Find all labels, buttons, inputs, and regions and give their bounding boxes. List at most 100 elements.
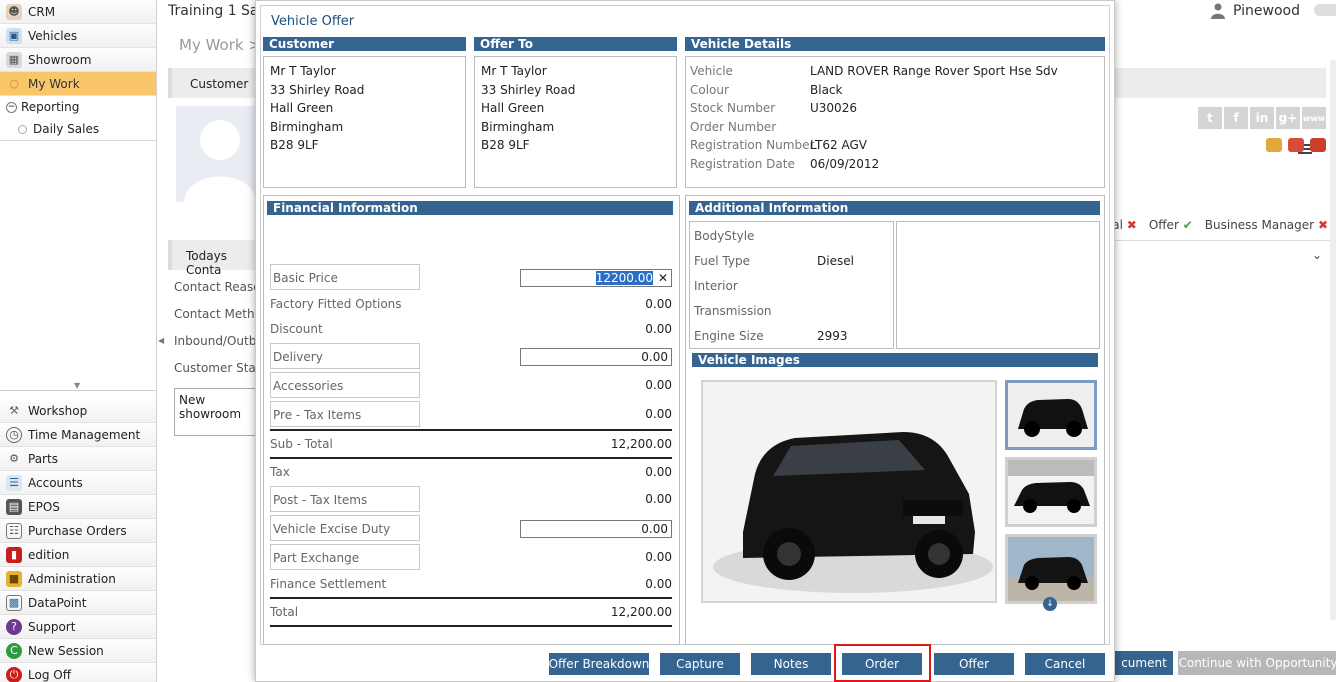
accessories-label[interactable]: Accessories bbox=[270, 372, 420, 398]
person-icon: ☻ bbox=[6, 3, 22, 20]
navigation-sidebar: ☻ CRM ▣ Vehicles ▦ Showroom ○ My Work − … bbox=[0, 0, 157, 682]
factory-options-row: Factory Fitted Options 0.00 bbox=[270, 291, 672, 317]
customer-tab[interactable]: Customer bbox=[190, 77, 248, 91]
google-plus-icon[interactable]: g+ bbox=[1276, 107, 1300, 129]
nav-item-crm[interactable]: ☻ CRM bbox=[0, 0, 156, 24]
pre-tax-value: 0.00 bbox=[645, 407, 672, 421]
nav-item-reporting[interactable]: − Reporting bbox=[0, 96, 156, 118]
part-exchange-row: Part Exchange 0.00 bbox=[270, 544, 672, 570]
breadcrumb[interactable]: My Work > bbox=[179, 36, 261, 54]
customer-status-label: Customer Statu bbox=[174, 361, 269, 375]
top-scrollbar[interactable] bbox=[1314, 4, 1336, 16]
user-menu[interactable]: Pinewood bbox=[1211, 3, 1300, 19]
car-thumbnail-icon bbox=[1008, 537, 1094, 601]
right-scrollbar[interactable] bbox=[1330, 60, 1336, 620]
offer-to-address-box: Mr T Taylor 33 Shirley Road Hall Green B… bbox=[474, 56, 677, 188]
stock-number-row: Stock Number U30026 bbox=[690, 101, 857, 115]
vehicle-thumbnail-3[interactable] bbox=[1005, 534, 1097, 604]
chevron-down-icon[interactable]: ⌄ bbox=[1312, 248, 1322, 262]
facebook-icon[interactable]: f bbox=[1224, 107, 1248, 129]
add-person-icon[interactable] bbox=[1266, 138, 1282, 152]
nav-item-vehicles[interactable]: ▣ Vehicles bbox=[0, 24, 156, 48]
stage-business-manager[interactable]: Business Manager ✖ bbox=[1205, 218, 1328, 232]
delivery-input[interactable]: 0.00 bbox=[520, 348, 672, 366]
nav-item-support[interactable]: ? Support bbox=[0, 615, 156, 639]
cross-icon: ✖ bbox=[1126, 218, 1137, 232]
action-icons bbox=[1266, 138, 1326, 152]
continue-with-opportunity-button[interactable]: Continue with Opportunity bbox=[1178, 651, 1336, 675]
notes-button[interactable]: Notes bbox=[751, 653, 831, 675]
additional-heading: Additional Information bbox=[689, 201, 1100, 215]
nav-label: EPOS bbox=[28, 499, 60, 514]
sub-total-label: Sub - Total bbox=[270, 437, 333, 451]
excise-duty-label[interactable]: Vehicle Excise Duty bbox=[270, 515, 420, 541]
vehicle-thumbnail-2[interactable] bbox=[1005, 457, 1097, 527]
offer-breakdown-button[interactable]: Offer Breakdown bbox=[549, 653, 649, 675]
thumbnails-scroll-down-icon[interactable]: ↓ bbox=[1043, 597, 1057, 611]
delivery-row: Delivery 0.00 bbox=[270, 343, 672, 369]
vehicle-red-icon[interactable] bbox=[1288, 138, 1304, 152]
post-tax-value: 0.00 bbox=[645, 492, 672, 506]
book-icon: ▮ bbox=[6, 546, 22, 563]
nav-item-log-off[interactable]: ⏻ Log Off bbox=[0, 663, 156, 682]
offer-to-heading: Offer To bbox=[474, 37, 677, 51]
nav-item-administration[interactable]: ■ Administration bbox=[0, 567, 156, 591]
user-icon bbox=[1211, 3, 1226, 19]
basic-price-input[interactable]: 12200.00 ✕ bbox=[520, 269, 672, 287]
customer-district: Hall Green bbox=[270, 101, 334, 115]
nav-item-accounts[interactable]: ☰ Accounts bbox=[0, 471, 156, 495]
engine-size-row: Engine Size 2993 bbox=[694, 329, 848, 343]
notes-textbox[interactable]: New showroom bbox=[174, 388, 264, 436]
document-button[interactable]: cument bbox=[1115, 651, 1173, 675]
book-red-icon[interactable] bbox=[1310, 138, 1326, 152]
post-tax-label[interactable]: Post - Tax Items bbox=[270, 486, 420, 512]
www-icon[interactable]: www bbox=[1302, 107, 1326, 129]
vehicle-details-box: Vehicle LAND ROVER Range Rover Sport Hse … bbox=[685, 56, 1105, 188]
customer-heading: Customer bbox=[263, 37, 466, 51]
nav-item-edition[interactable]: ▮ edition bbox=[0, 543, 156, 567]
offer-button[interactable]: Offer bbox=[934, 653, 1014, 675]
excise-duty-input[interactable]: 0.00 bbox=[520, 520, 672, 538]
car-thumbnail-icon bbox=[1008, 460, 1094, 524]
excise-duty-row: Vehicle Excise Duty 0.00 bbox=[270, 515, 672, 541]
nav-label: Administration bbox=[28, 571, 116, 586]
offer-to-city: Birmingham bbox=[481, 119, 555, 134]
factory-options-value: 0.00 bbox=[645, 297, 672, 311]
nav-item-showroom[interactable]: ▦ Showroom bbox=[0, 48, 156, 72]
process-stages: isal ✖ Offer ✔ Business Manager ✖ bbox=[1103, 218, 1328, 232]
nav-item-my-work[interactable]: ○ My Work bbox=[0, 72, 156, 96]
vehicle-thumbnail-1[interactable] bbox=[1005, 380, 1097, 450]
pre-tax-label[interactable]: Pre - Tax Items bbox=[270, 401, 420, 427]
nav-item-parts[interactable]: ⚙ Parts bbox=[0, 447, 156, 471]
delivery-label[interactable]: Delivery bbox=[270, 343, 420, 369]
nav-item-new-session[interactable]: C New Session bbox=[0, 639, 156, 663]
capture-button[interactable]: Capture bbox=[660, 653, 740, 675]
car-photo-icon bbox=[703, 382, 995, 601]
nav-label: DataPoint bbox=[28, 595, 87, 610]
social-links: t f in g+ www bbox=[1198, 107, 1326, 129]
splitter-grip-icon[interactable]: ▼ bbox=[74, 381, 80, 390]
car-thumbnail-icon bbox=[1008, 383, 1094, 447]
collapse-arrow-icon[interactable]: ◀ bbox=[158, 336, 164, 345]
nav-label: Showroom bbox=[28, 52, 92, 67]
nav-item-purchase-orders[interactable]: ☷ Purchase Orders bbox=[0, 519, 156, 543]
user-name: Pinewood bbox=[1233, 3, 1300, 19]
nav-item-datapoint[interactable]: ▩ DataPoint bbox=[0, 591, 156, 615]
stage-offer[interactable]: Offer ✔ bbox=[1149, 218, 1193, 232]
nav-item-time-management[interactable]: ◷ Time Management bbox=[0, 423, 156, 447]
bodystyle-row: BodyStyle bbox=[694, 229, 755, 243]
nav-item-epos[interactable]: ▤ EPOS bbox=[0, 495, 156, 519]
register-icon: ▤ bbox=[6, 498, 22, 515]
cancel-button[interactable]: Cancel bbox=[1025, 653, 1105, 675]
nav-item-workshop[interactable]: ⚒ Workshop bbox=[0, 399, 156, 423]
cross-icon: ✖ bbox=[1317, 218, 1328, 232]
finance-settlement-row: Finance Settlement 0.00 bbox=[270, 571, 672, 597]
nav-label: Vehicles bbox=[28, 28, 78, 43]
customer-name: Mr T Taylor bbox=[270, 64, 336, 78]
linkedin-icon[interactable]: in bbox=[1250, 107, 1274, 129]
clear-icon[interactable]: ✕ bbox=[658, 270, 668, 286]
part-exchange-label[interactable]: Part Exchange bbox=[270, 544, 420, 570]
vehicle-main-image[interactable] bbox=[701, 380, 997, 603]
twitter-icon[interactable]: t bbox=[1198, 107, 1222, 129]
nav-item-daily-sales[interactable]: Daily Sales bbox=[0, 118, 156, 140]
